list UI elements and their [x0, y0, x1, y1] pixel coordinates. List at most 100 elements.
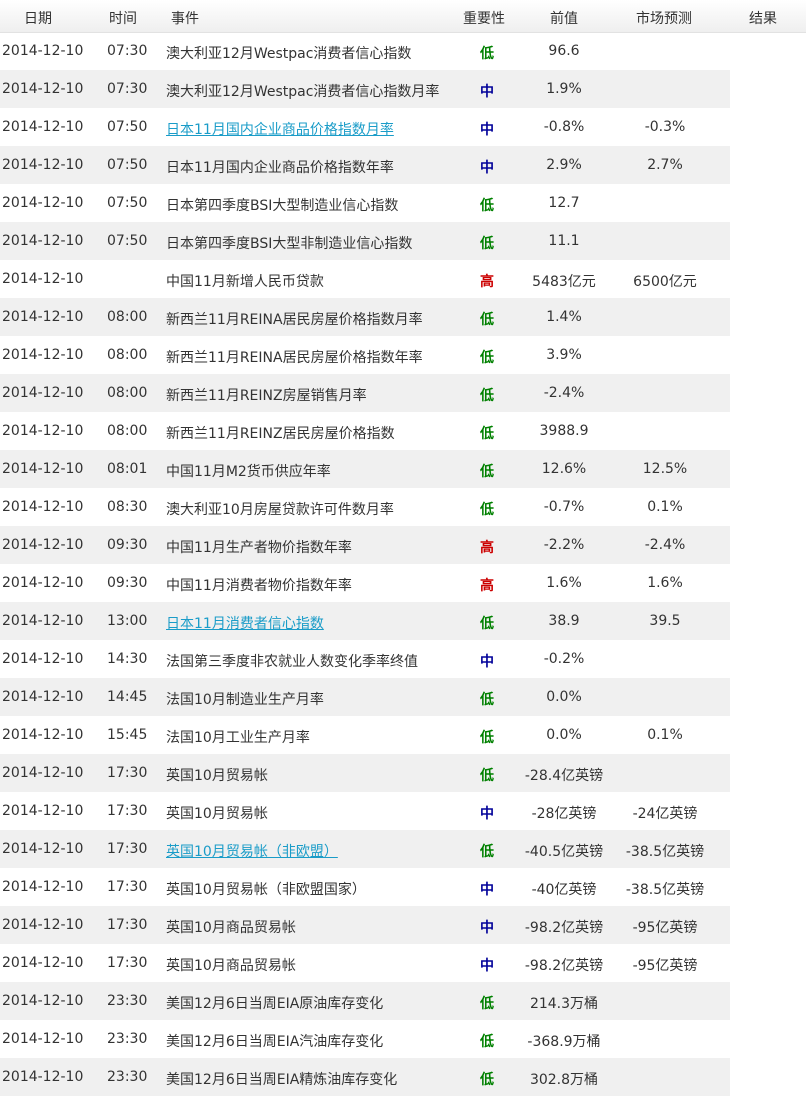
- previous-value-cell: 0.0%: [546, 727, 582, 743]
- date-cell: 2014-12-10: [2, 1069, 84, 1085]
- event-cell: 新西兰11月REINA居民房屋价格指数年率: [166, 350, 423, 366]
- event-link[interactable]: 日本11月国内企业商品价格指数月率: [166, 119, 394, 139]
- time-cell: 08:00: [107, 347, 148, 363]
- forecast-cell: 2.7%: [647, 157, 683, 173]
- importance-badge: 低: [480, 996, 494, 1012]
- time-cell: 07:50: [107, 233, 148, 249]
- table-row: 2014-12-10 17:30 英国10月贸易帐 中 -28亿英镑 -24亿英镑: [0, 792, 806, 830]
- previous-value-cell: 5483亿元: [532, 274, 596, 290]
- event-cell: 英国10月贸易帐（非欧盟国家）: [166, 882, 366, 898]
- date-cell: 2014-12-10: [2, 81, 84, 97]
- event-cell: 日本第四季度BSI大型非制造业信心指数: [166, 236, 413, 252]
- header-previous: 前值: [550, 11, 578, 27]
- previous-value-cell: -40.5亿英镑: [524, 844, 604, 860]
- event-link[interactable]: 英国10月贸易帐（非欧盟）: [166, 841, 338, 861]
- date-cell: 2014-12-10: [2, 955, 84, 971]
- importance-badge: 中: [480, 806, 494, 822]
- date-cell: 2014-12-10: [2, 195, 84, 211]
- table-row: 2014-12-10 17:30 英国10月贸易帐（非欧盟） 低 -40.5亿英镑 -38…: [0, 830, 806, 868]
- importance-badge: 低: [480, 350, 494, 366]
- date-cell: 2014-12-10: [2, 841, 84, 857]
- importance-badge: 高: [480, 578, 494, 594]
- previous-value-cell: 96.6: [548, 43, 580, 59]
- time-cell: 08:00: [107, 385, 148, 401]
- importance-badge: 低: [480, 236, 494, 252]
- importance-badge: 中: [480, 122, 494, 138]
- table-row: 2014-12-10 17:30 英国10月贸易帐 低 -28.4亿英镑: [0, 754, 806, 792]
- table-row: 2014-12-10 08:00 新西兰11月REINA居民房屋价格指数年率 低 3.9…: [0, 336, 806, 374]
- date-cell: 2014-12-10: [2, 499, 84, 515]
- date-cell: 2014-12-10: [2, 461, 84, 477]
- importance-badge: 低: [480, 312, 494, 328]
- table-row: 2014-12-10 07:30 澳大利亚12月Westpac消费者信心指数 低 96.…: [0, 32, 806, 70]
- time-cell: 17:30: [107, 841, 148, 857]
- date-cell: 2014-12-10: [2, 803, 84, 819]
- header-result: 结果: [749, 11, 777, 27]
- time-cell: 15:45: [107, 727, 148, 743]
- header-forecast: 市场预测: [636, 11, 692, 27]
- forecast-cell: -38.5亿英镑: [625, 844, 705, 860]
- forecast-cell: -95亿英镑: [632, 958, 698, 974]
- previous-value-cell: -98.2亿英镑: [524, 920, 604, 936]
- date-cell: 2014-12-10: [2, 309, 84, 325]
- previous-value-cell: 3.9%: [546, 347, 582, 363]
- forecast-cell: -38.5亿英镑: [625, 882, 705, 898]
- importance-badge: 中: [480, 84, 494, 100]
- previous-value-cell: 38.9: [548, 613, 580, 629]
- event-cell: 日本第四季度BSI大型制造业信心指数: [166, 198, 399, 214]
- previous-value-cell: -28亿英镑: [531, 806, 597, 822]
- date-cell: 2014-12-10: [2, 613, 84, 629]
- table-row: 2014-12-10 08:00 新西兰11月REINZ房屋销售月率 低 -2.4%: [0, 374, 806, 412]
- importance-badge: 低: [480, 1072, 494, 1088]
- importance-badge: 高: [480, 274, 494, 290]
- header-date: 日期: [24, 11, 52, 27]
- importance-badge: 高: [480, 540, 494, 556]
- table-row: 2014-12-10 14:30 法国第三季度非农就业人数变化季率终值 中 -0.2%: [0, 640, 806, 678]
- date-cell: 2014-12-10: [2, 651, 84, 667]
- previous-value-cell: -0.7%: [543, 499, 585, 515]
- event-cell: 日本11月国内企业商品价格指数年率: [166, 160, 394, 176]
- header-time: 时间: [109, 11, 137, 27]
- forecast-cell: 39.5: [649, 613, 681, 629]
- table-row: 2014-12-10 23:30 美国12月6日当周EIA原油库存变化 低 214.3万…: [0, 982, 806, 1020]
- table-header: 日期 时间 事件 重要性 前值 市场预测 结果: [0, 0, 806, 33]
- date-cell: 2014-12-10: [2, 233, 84, 249]
- date-cell: 2014-12-10: [2, 689, 84, 705]
- event-cell: 美国12月6日当周EIA汽油库存变化: [166, 1034, 384, 1050]
- forecast-cell: -2.4%: [644, 537, 686, 553]
- table-row: 2014-12-10 07:50 日本11月国内企业商品价格指数年率 中 2.9% 2.7…: [0, 146, 806, 184]
- previous-value-cell: 302.8万桶: [529, 1072, 599, 1088]
- time-cell: 08:00: [107, 309, 148, 325]
- time-cell: 07:30: [107, 81, 148, 97]
- table-row: 2014-12-10 08:00 新西兰11月REINZ居民房屋价格指数 低 3988.…: [0, 412, 806, 450]
- table-row: 2014-12-10 08:00 新西兰11月REINA居民房屋价格指数月率 低 1.4…: [0, 298, 806, 336]
- event-link[interactable]: 日本11月消费者信心指数: [166, 613, 324, 633]
- table-row: 2014-12-10 09:30 中国11月消费者物价指数年率 高 1.6% 1.6%: [0, 564, 806, 602]
- date-cell: 2014-12-10: [2, 917, 84, 933]
- time-cell: 07:50: [107, 195, 148, 211]
- event-cell: 澳大利亚12月Westpac消费者信心指数月率: [166, 84, 440, 100]
- previous-value-cell: -28.4亿英镑: [524, 768, 604, 784]
- event-cell: 中国11月生产者物价指数年率: [166, 540, 352, 556]
- table-row: 2014-12-10 17:30 英国10月商品贸易帐 中 -98.2亿英镑 -95亿英镑: [0, 944, 806, 982]
- previous-value-cell: -98.2亿英镑: [524, 958, 604, 974]
- time-cell: 17:30: [107, 765, 148, 781]
- event-cell: 法国10月制造业生产月率: [166, 692, 324, 708]
- date-cell: 2014-12-10: [2, 575, 84, 591]
- previous-value-cell: 11.1: [548, 233, 580, 249]
- forecast-cell: -95亿英镑: [632, 920, 698, 936]
- time-cell: 17:30: [107, 955, 148, 971]
- event-cell: 英国10月商品贸易帐: [166, 958, 296, 974]
- importance-badge: 中: [480, 920, 494, 936]
- forecast-cell: 0.1%: [647, 499, 683, 515]
- date-cell: 2014-12-10: [2, 347, 84, 363]
- previous-value-cell: -0.2%: [543, 651, 585, 667]
- importance-badge: 中: [480, 958, 494, 974]
- table-row: 2014-12-10 13:00 日本11月消费者信心指数 低 38.9 39.5: [0, 602, 806, 640]
- event-cell: 新西兰11月REINZ房屋销售月率: [166, 388, 367, 404]
- table-row: 2014-12-10 23:30 美国12月6日当周EIA汽油库存变化 低 -368.9…: [0, 1020, 806, 1058]
- event-cell: 澳大利亚10月房屋贷款许可件数月率: [166, 502, 394, 518]
- time-cell: 08:30: [107, 499, 148, 515]
- forecast-cell: -24亿英镑: [632, 806, 698, 822]
- importance-badge: 低: [480, 692, 494, 708]
